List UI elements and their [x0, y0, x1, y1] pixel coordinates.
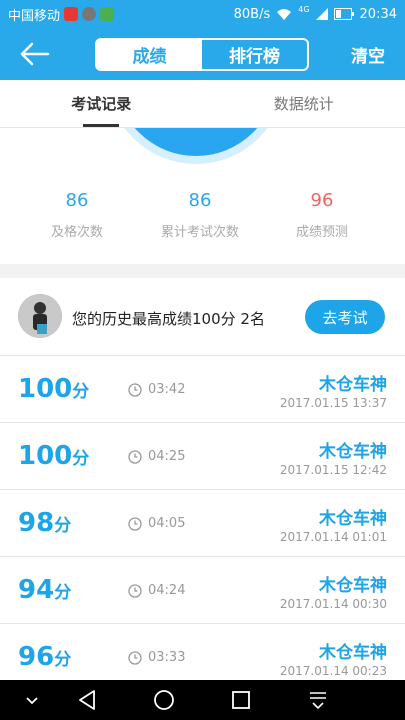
score: 94分 — [18, 575, 72, 605]
list-item[interactable]: 100分 03:42 木仓车神 2017.01.15 13:37 — [0, 356, 405, 423]
stat-value: 96 — [310, 190, 334, 211]
segment-score[interactable]: 成绩 — [97, 40, 202, 69]
best-score-row: 您的历史最高成绩100分 2名 去考试 — [0, 278, 405, 356]
stat-label: 累计考试次数 — [160, 225, 239, 240]
duration: 03:33 — [128, 650, 185, 665]
user-name: 木仓车神 — [319, 576, 387, 596]
duration: 04:05 — [128, 516, 185, 531]
navigation-bar — [0, 680, 405, 720]
exam-record-list: 100分 03:42 木仓车神 2017.01.15 13:37 100分 04… — [0, 356, 405, 680]
segment-ranking[interactable]: 排行榜 — [202, 40, 307, 69]
user-name: 木仓车神 — [319, 643, 387, 663]
clock: 20:34 — [359, 6, 397, 22]
app-icon — [82, 7, 97, 21]
carrier-label: 中国移动 — [8, 8, 61, 24]
start-exam-button[interactable]: 去考试 — [305, 300, 385, 334]
battery-icon — [333, 8, 354, 20]
score: 100分 — [18, 441, 90, 471]
header-bar: 成绩 排行榜 清空 — [0, 28, 405, 80]
network-speed: 80B/s — [233, 6, 271, 22]
list-item[interactable]: 96分 03:33 木仓车神 2017.01.14 00:23 — [0, 624, 405, 680]
score: 100分 — [18, 374, 90, 404]
stat-label: 及格次数 — [50, 225, 103, 240]
duration: 04:24 — [128, 583, 185, 598]
record-date: 2017.01.15 12:42 — [279, 463, 387, 477]
status-bar: 中国移动 80B/s 4G 20:34 — [0, 0, 405, 28]
clear-button[interactable]: 清空 — [351, 42, 385, 67]
stat-label: 成绩预测 — [295, 225, 348, 240]
stats-card: 86 及格次数 86 累计考试次数 96 成绩预测 — [0, 128, 405, 264]
list-item[interactable]: 94分 04:24 木仓车神 2017.01.14 00:30 — [0, 557, 405, 624]
message-icon — [100, 7, 115, 21]
score: 96分 — [18, 642, 72, 672]
tab-data-stats[interactable]: 数据统计 — [203, 80, 405, 127]
notification-pull-icon[interactable] — [306, 688, 330, 712]
stat-value: 86 — [188, 190, 212, 211]
record-date: 2017.01.14 00:30 — [279, 597, 387, 611]
avatar — [18, 294, 62, 338]
tab-exam-records[interactable]: 考试记录 — [0, 80, 203, 127]
wifi-icon — [277, 9, 292, 20]
chevron-down-icon[interactable] — [24, 688, 40, 712]
clock-icon — [128, 449, 142, 464]
record-date: 2017.01.14 00:23 — [279, 664, 387, 678]
signal-icon — [315, 8, 328, 20]
clock-icon — [128, 516, 142, 531]
record-date: 2017.01.15 13:37 — [279, 396, 387, 410]
stat-score-prediction: 96 成绩预测 — [257, 190, 387, 240]
tab-bar: 考试记录 数据统计 — [0, 80, 405, 128]
user-name: 木仓车神 — [319, 509, 387, 529]
home-nav-icon[interactable] — [152, 688, 176, 712]
back-arrow-icon[interactable] — [18, 40, 54, 68]
clock-icon — [128, 650, 142, 665]
duration: 04:25 — [128, 449, 185, 464]
duration: 03:42 — [128, 382, 185, 397]
user-name: 木仓车神 — [319, 375, 387, 395]
user-name: 木仓车神 — [319, 442, 387, 462]
list-item[interactable]: 98分 04:05 木仓车神 2017.01.14 01:01 — [0, 490, 405, 557]
stat-pass-count: 86 及格次数 — [12, 190, 142, 240]
network-type: 4G — [298, 4, 310, 14]
best-score-text: 您的历史最高成绩100分 2名 — [72, 310, 265, 328]
stat-total-exams: 86 累计考试次数 — [135, 190, 265, 240]
back-nav-icon[interactable] — [76, 688, 100, 712]
recents-nav-icon[interactable] — [229, 688, 253, 712]
score: 98分 — [18, 508, 72, 538]
notification-icon — [64, 7, 79, 21]
score-gauge — [107, 128, 285, 164]
clock-icon — [128, 382, 142, 397]
segment-control: 成绩 排行榜 — [95, 38, 309, 71]
stat-value: 86 — [65, 190, 89, 211]
clock-icon — [128, 583, 142, 598]
list-item[interactable]: 100分 04:25 木仓车神 2017.01.15 12:42 — [0, 423, 405, 490]
record-date: 2017.01.14 01:01 — [279, 530, 387, 544]
